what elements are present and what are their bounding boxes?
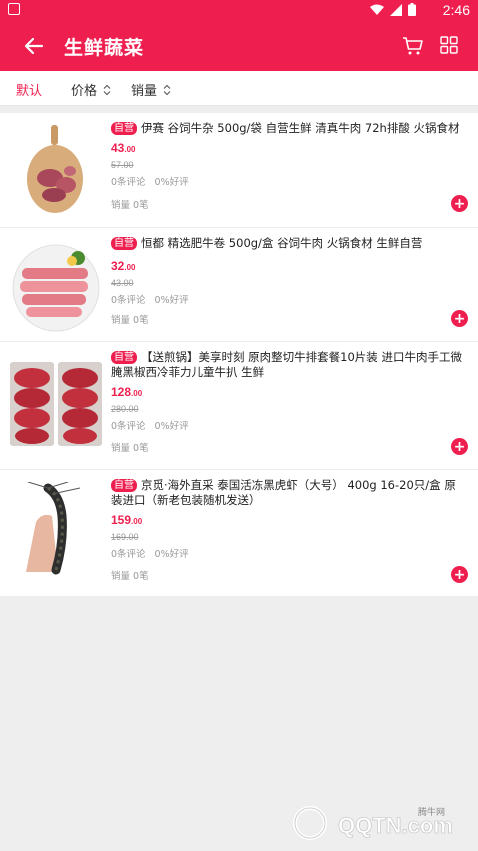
- product-price: 32.00: [111, 259, 466, 273]
- app-bar: 生鲜蔬菜: [0, 21, 478, 71]
- product-name: 自营 恒都 精选肥牛卷 500g/盒 谷饲牛肉 火锅食材 生鲜自营: [111, 236, 466, 251]
- price-integer: 159: [111, 513, 132, 527]
- battery-icon: [408, 3, 416, 16]
- self-operated-badge: 自营: [111, 479, 137, 492]
- product-info: 自营 恒都 精选肥牛卷 500g/盒 谷饲牛肉 火锅食材 生鲜自营 32.00 4…: [111, 236, 466, 306]
- add-to-cart-button[interactable]: +: [451, 310, 468, 327]
- review-meta: 0条评论 0%好评: [111, 418, 466, 432]
- price-integer: 32: [111, 259, 125, 273]
- self-operated-badge: 自营: [111, 351, 137, 364]
- product-info: 自营 伊赛 谷饲牛杂 500g/袋 自营生鲜 清真牛肉 72h排酸 火锅食材 43…: [111, 121, 466, 188]
- price-decimal: .00: [124, 263, 136, 272]
- sort-sales-tab[interactable]: 销量: [131, 80, 171, 99]
- notification-icon: [8, 3, 20, 15]
- sales-count: 销量 0笔: [111, 571, 149, 582]
- positive-rate: 0%好评: [154, 295, 189, 306]
- add-to-cart-button[interactable]: +: [451, 438, 468, 455]
- plus-icon: +: [453, 310, 466, 327]
- wifi-icon: [370, 4, 384, 15]
- sort-updown-icon: [163, 84, 171, 95]
- product-item[interactable]: 自营 京觅·海外直采 泰国活冻黑虎虾（大号） 400g 16-20只/盒 原装进口…: [0, 470, 478, 597]
- product-price: 159.00: [111, 513, 466, 527]
- original-price: 280.00: [111, 404, 139, 414]
- product-info: 自营 【送煎锅】美享时刻 原肉整切牛排套餐10片装 进口牛肉手工微腌黑椒西冷菲力儿…: [111, 350, 466, 432]
- plus-icon: +: [453, 195, 466, 212]
- product-name: 自营 【送煎锅】美享时刻 原肉整切牛排套餐10片装 进口牛肉手工微腌黑椒西冷菲力儿…: [111, 350, 466, 380]
- review-meta: 0条评论 0%好评: [111, 174, 466, 188]
- status-bar: 2:46: [0, 0, 478, 21]
- back-arrow-icon[interactable]: [22, 34, 46, 58]
- page-title: 生鲜蔬菜: [64, 37, 145, 59]
- product-image-tiger-prawn: [8, 482, 104, 578]
- original-price: 169.00: [111, 532, 139, 542]
- product-name-text: 伊赛 谷饲牛杂 500g/袋 自营生鲜 清真牛肉 72h排酸 火锅食材: [141, 121, 460, 135]
- sales-count: 销量 0笔: [111, 443, 149, 454]
- product-name: 自营 京觅·海外直采 泰国活冻黑虎虾（大号） 400g 16-20只/盒 原装进口…: [111, 478, 466, 508]
- product-item[interactable]: 自营 【送煎锅】美享时刻 原肉整切牛排套餐10片装 进口牛肉手工微腌黑椒西冷菲力儿…: [0, 342, 478, 470]
- price-decimal: .00: [131, 389, 143, 398]
- watermark-logo: QQTN.com 腾牛网: [293, 806, 453, 840]
- positive-rate: 0%好评: [154, 421, 189, 432]
- sort-sales-label: 销量: [131, 84, 158, 99]
- add-to-cart-button[interactable]: +: [451, 566, 468, 583]
- review-count: 0条评论: [111, 549, 146, 560]
- sort-price-tab[interactable]: 价格: [71, 80, 111, 99]
- product-image-steak-set: [8, 356, 104, 452]
- price-integer: 43: [111, 141, 125, 155]
- self-operated-badge: 自营: [111, 237, 137, 250]
- product-item[interactable]: 自营 恒都 精选肥牛卷 500g/盒 谷饲牛肉 火锅食材 生鲜自营 32.00 4…: [0, 228, 478, 342]
- product-name: 自营 伊赛 谷饲牛杂 500g/袋 自营生鲜 清真牛肉 72h排酸 火锅食材: [111, 121, 466, 136]
- review-meta: 0条评论 0%好评: [111, 292, 466, 306]
- original-price: 57.00: [111, 160, 134, 170]
- product-image-beef-offal: [8, 123, 104, 219]
- plus-icon: +: [453, 438, 466, 455]
- sales-count: 销量 0笔: [111, 315, 149, 326]
- shopping-cart-icon[interactable]: [402, 35, 424, 57]
- product-name-text: 京觅·海外直采 泰国活冻黑虎虾（大号） 400g 16-20只/盒 原装进口（新…: [111, 478, 456, 507]
- grid-view-icon[interactable]: [440, 36, 458, 54]
- product-price: 128.00: [111, 385, 466, 399]
- sales-count: 销量 0笔: [111, 200, 149, 211]
- product-price: 43.00: [111, 141, 466, 155]
- sort-default-tab[interactable]: 默认: [16, 80, 42, 99]
- review-count: 0条评论: [111, 421, 146, 432]
- price-integer: 128: [111, 385, 132, 399]
- positive-rate: 0%好评: [154, 177, 189, 188]
- clock: 2:46: [442, 2, 470, 18]
- original-price: 43.00: [111, 278, 134, 288]
- sort-bar: 默认 价格 销量: [0, 71, 478, 106]
- add-to-cart-button[interactable]: +: [451, 195, 468, 212]
- positive-rate: 0%好评: [154, 549, 189, 560]
- price-decimal: .00: [124, 145, 136, 154]
- review-meta: 0条评论 0%好评: [111, 546, 466, 560]
- plus-icon: +: [453, 566, 466, 583]
- product-item[interactable]: 自营 伊赛 谷饲牛杂 500g/袋 自营生鲜 清真牛肉 72h排酸 火锅食材 43…: [0, 113, 478, 228]
- product-image-beef-roll: [8, 238, 104, 334]
- signal-icon: [390, 3, 402, 16]
- product-info: 自营 京觅·海外直采 泰国活冻黑虎虾（大号） 400g 16-20只/盒 原装进口…: [111, 478, 466, 560]
- sort-updown-icon: [103, 84, 111, 95]
- product-name-text: 恒都 精选肥牛卷 500g/盒 谷饲牛肉 火锅食材 生鲜自营: [141, 236, 423, 250]
- sort-price-label: 价格: [71, 84, 98, 99]
- sort-default-label: 默认: [16, 84, 43, 99]
- self-operated-badge: 自营: [111, 122, 137, 135]
- product-list: 自营 伊赛 谷饲牛杂 500g/袋 自营生鲜 清真牛肉 72h排酸 火锅食材 43…: [0, 113, 478, 597]
- price-decimal: .00: [131, 517, 143, 526]
- svg-text:腾牛网: 腾牛网: [418, 806, 445, 818]
- product-name-text: 【送煎锅】美享时刻 原肉整切牛排套餐10片装 进口牛肉手工微腌黑椒西冷菲力儿童牛…: [111, 350, 462, 379]
- review-count: 0条评论: [111, 295, 146, 306]
- review-count: 0条评论: [111, 177, 146, 188]
